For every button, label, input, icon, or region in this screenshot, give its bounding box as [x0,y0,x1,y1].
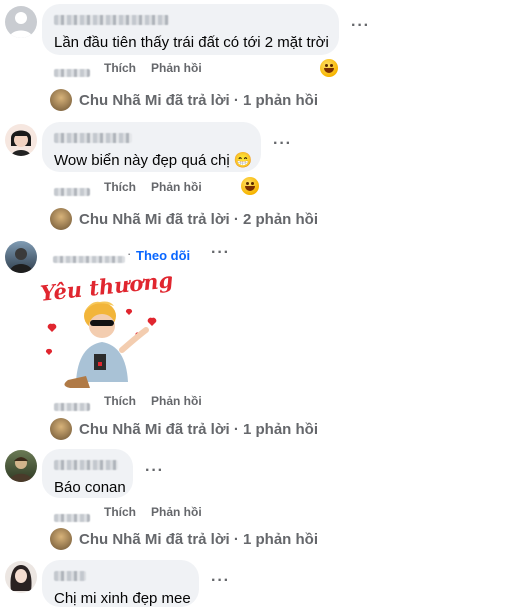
replier-avatar[interactable] [50,418,72,440]
view-replies-link[interactable]: Chu Nhã Mi đã trả lời · 2 phản hồi [79,211,318,228]
like-button[interactable]: Thích [104,505,136,519]
redacted-author-name[interactable] [54,568,187,586]
like-button[interactable]: Thích [104,180,136,194]
more-options-button[interactable]: ··· [145,462,164,480]
comment-bubble: Lần đầu tiên thấy trái đất có tới 2 mặt … [42,4,339,55]
reply-button[interactable]: Phản hồi [151,180,202,194]
avatar-portrait-icon [11,130,31,156]
like-button[interactable]: Thích [104,394,136,408]
view-replies-link[interactable]: Chu Nhã Mi đã trả lời · 1 phản hồi [79,421,318,438]
like-button[interactable]: Thích [104,61,136,75]
sticker-image[interactable]: Yêu thương [39,267,174,392]
default-avatar[interactable] [5,6,37,38]
more-options-button[interactable]: ··· [273,135,292,153]
reply-button[interactable]: Phản hồi [151,394,202,408]
comment-text: Chị mi xinh đẹp mee [54,590,191,607]
redacted-author-name[interactable] [54,457,121,475]
commenter-avatar[interactable] [5,124,37,156]
redacted-timestamp [54,183,90,201]
replier-avatar[interactable] [50,208,72,230]
replier-avatar[interactable] [50,89,72,111]
view-replies-link[interactable]: Chu Nhã Mi đã trả lời · 1 phản hồi [79,531,318,548]
more-options-button[interactable]: ··· [211,244,230,262]
redacted-timestamp [54,509,90,527]
comment-bubble: Chị mi xinh đẹp mee [42,560,199,607]
sticker-character-illustration [45,301,157,388]
reaction-emoji-icon[interactable] [320,59,338,77]
replier-avatar[interactable] [50,528,72,550]
more-options-button[interactable]: ··· [351,17,370,35]
avatar-portrait-icon [10,565,32,591]
reply-button[interactable]: Phản hồi [151,505,202,519]
redacted-author-name[interactable] [54,130,249,148]
redacted-timestamp [54,64,90,82]
more-options-button[interactable]: ··· [211,572,230,590]
comment-text: Wow biển này đẹp quá chị 😁 [54,152,253,169]
separator-dot: · [127,246,132,261]
comment-text: Báo conan [54,479,126,496]
commenter-avatar[interactable] [5,450,37,482]
avatar-portrait-icon [9,248,33,273]
reply-button[interactable]: Phản hồi [151,61,202,75]
person-silhouette-icon [9,12,33,38]
redacted-author-name[interactable] [54,12,327,30]
follow-button[interactable]: Theo dõi [136,248,190,263]
commenter-avatar[interactable] [5,241,37,273]
comment-bubble: Báo conan [42,449,133,498]
reaction-emoji-icon[interactable] [241,177,259,195]
redacted-author-name[interactable] [53,250,125,268]
comment-bubble: Wow biển này đẹp quá chị 😁 [42,122,261,172]
commenter-avatar[interactable] [5,561,37,593]
view-replies-link[interactable]: Chu Nhã Mi đã trả lời · 1 phản hồi [79,92,318,109]
redacted-timestamp [54,398,90,416]
comment-text: Lần đầu tiên thấy trái đất có tới 2 mặt … [54,34,329,51]
avatar-portrait-icon [9,457,33,482]
